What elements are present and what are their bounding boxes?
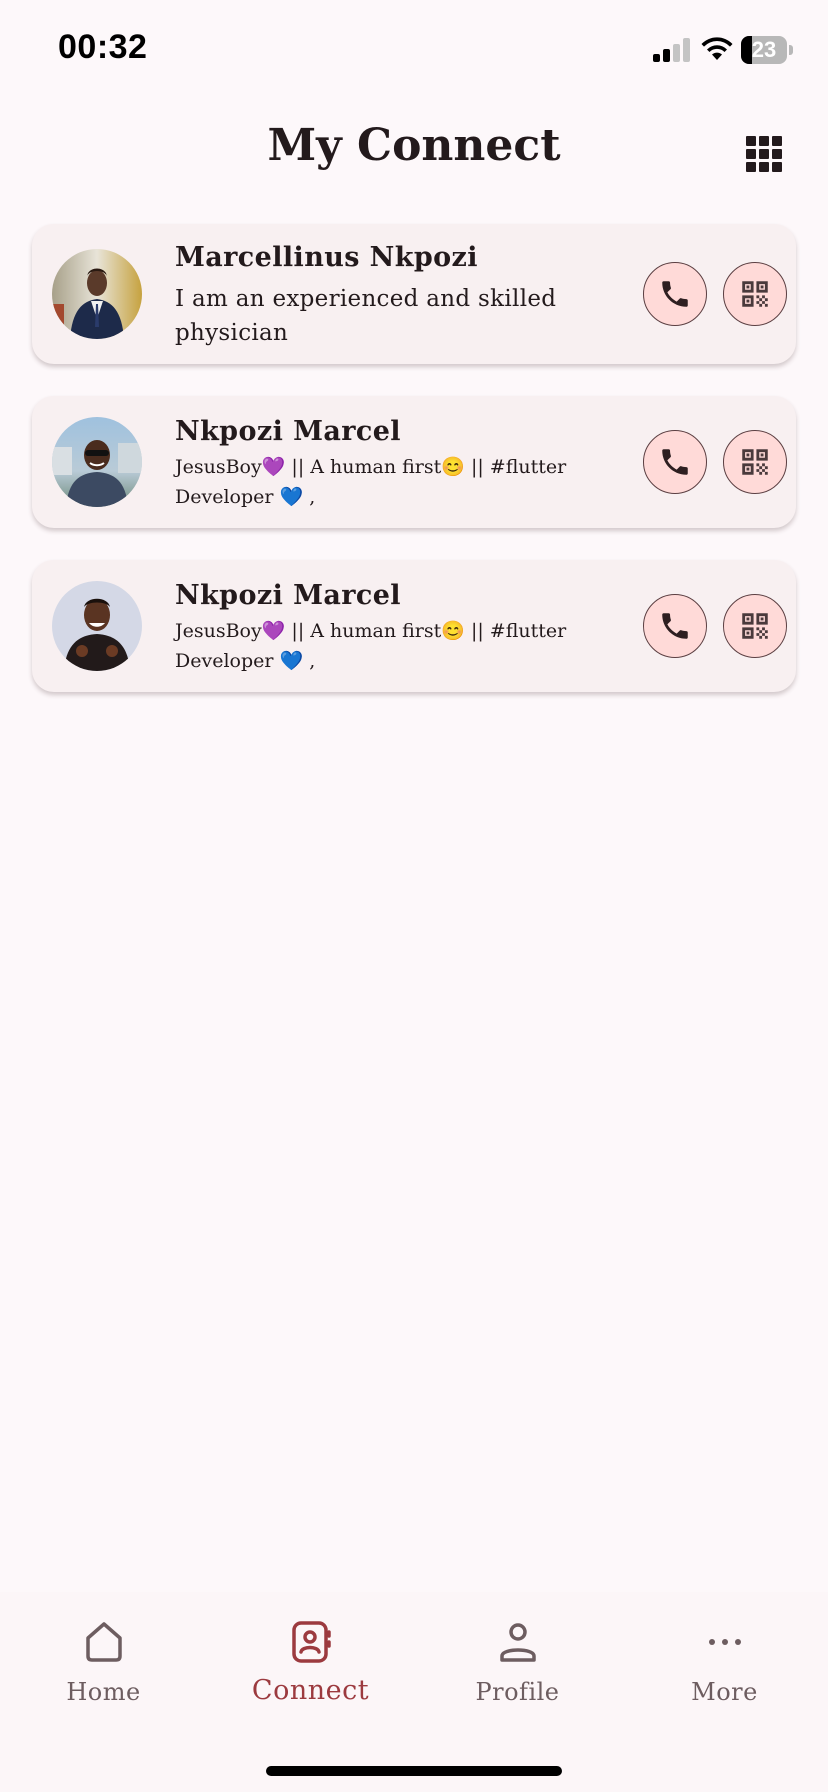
nav-item-profile[interactable]: Profile [414, 1592, 621, 1732]
person-icon [499, 1623, 536, 1662]
nav-item-home[interactable]: Home [0, 1592, 207, 1732]
qr-code-icon [742, 281, 768, 307]
contact-bio: JesusBoy💜 || A human first😊 || #flutter … [175, 456, 567, 508]
home-icon [85, 1622, 122, 1662]
wifi-icon [701, 37, 733, 60]
contact-card[interactable]: Nkpozi Marcel JesusBoy💜 || A human first… [32, 560, 796, 692]
more-dots-icon [708, 1639, 741, 1645]
contact-name: Marcellinus Nkpozi [175, 242, 478, 273]
qr-code-button[interactable] [723, 430, 787, 494]
status-time: 00:32 [58, 28, 148, 66]
qr-code-icon [742, 449, 768, 475]
qr-code-button[interactable] [723, 594, 787, 658]
cellular-signal-icon [653, 38, 690, 62]
nav-item-connect[interactable]: Connect [207, 1592, 414, 1732]
avatar [52, 249, 142, 339]
qr-code-icon [742, 613, 768, 639]
contact-card[interactable]: Marcellinus Nkpozi I am an experienced a… [32, 224, 796, 364]
status-bar: 00:32 23 [0, 0, 828, 100]
phone-icon [662, 613, 688, 639]
contact-name: Nkpozi Marcel [175, 580, 401, 611]
nav-label: More [691, 1678, 758, 1706]
bottom-navigation: Home Connect Profile More [0, 1592, 828, 1792]
grid-view-icon[interactable] [746, 136, 786, 176]
battery-level: 23 [751, 37, 777, 62]
battery-icon: 23 [741, 36, 793, 64]
nav-label: Connect [251, 1675, 370, 1706]
home-indicator [266, 1766, 562, 1776]
nav-label: Home [66, 1678, 141, 1706]
contact-name: Nkpozi Marcel [175, 416, 401, 447]
nav-item-more[interactable]: More [621, 1592, 828, 1732]
nav-label: Profile [475, 1678, 560, 1706]
phone-icon [662, 449, 688, 475]
call-button[interactable] [643, 594, 707, 658]
avatar [52, 581, 142, 671]
contact-bio: JesusBoy💜 || A human first😊 || #flutter … [175, 620, 567, 672]
qr-code-button[interactable] [723, 262, 787, 326]
contact-list: Marcellinus Nkpozi I am an experienced a… [32, 224, 796, 724]
contact-card[interactable]: Nkpozi Marcel JesusBoy💜 || A human first… [32, 396, 796, 528]
page-title: My Connect [267, 120, 561, 171]
contact-book-icon [291, 1621, 331, 1663]
call-button[interactable] [643, 262, 707, 326]
avatar [52, 417, 142, 507]
phone-icon [662, 281, 688, 307]
call-button[interactable] [643, 430, 707, 494]
contact-bio: I am an experienced and skilled physicia… [175, 286, 557, 346]
